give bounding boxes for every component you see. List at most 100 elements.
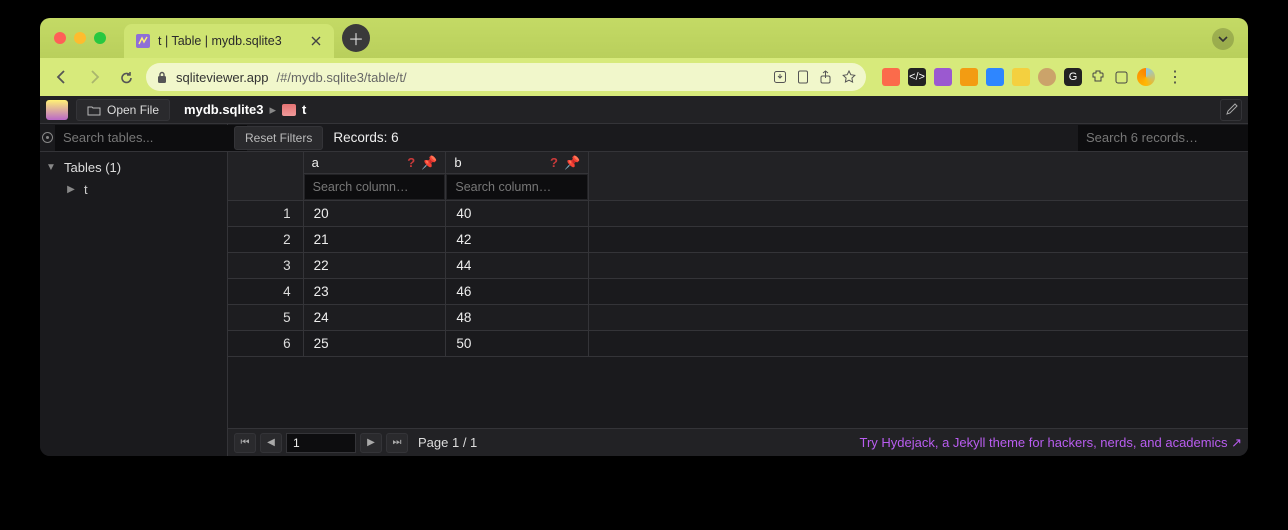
row-number-cell: 2 (228, 227, 303, 253)
profile-avatar[interactable] (1137, 68, 1155, 86)
promo-link[interactable]: Try Hydejack, a Jekyll theme for hackers… (859, 435, 1242, 451)
share-icon[interactable] (819, 70, 832, 84)
new-tab-button[interactable]: ＋ (342, 24, 370, 52)
breadcrumb-table[interactable]: t (302, 102, 306, 117)
table-icon (282, 104, 296, 116)
column-name: b (454, 155, 461, 170)
sidebar-search-input[interactable] (55, 125, 247, 151)
last-page-button[interactable]: ⏭ (386, 433, 408, 453)
cell-b[interactable]: 40 (446, 201, 589, 227)
prev-page-button[interactable]: ◀ (260, 433, 282, 453)
extension-icon[interactable]: G (1064, 68, 1082, 86)
cell-a[interactable]: 22 (303, 253, 446, 279)
browser-tab-active[interactable]: t | Table | mydb.sqlite3 (124, 24, 334, 58)
row-number-cell: 3 (228, 253, 303, 279)
table-tree-item[interactable]: ▶ t (44, 178, 223, 200)
breadcrumb: mydb.sqlite3 ▸ t (184, 102, 306, 118)
extension-icon[interactable] (934, 68, 952, 86)
cell-b[interactable]: 44 (446, 253, 589, 279)
tables-header[interactable]: ▼ Tables (1) (44, 156, 223, 178)
sidebar: ▼ Tables (1) ▶ t (40, 124, 228, 456)
table-row[interactable]: 52448 (228, 305, 1248, 331)
main-panel: Reset Filters Records: 6 (228, 124, 1248, 456)
tab-title: t | Table | mydb.sqlite3 (158, 34, 282, 48)
extension-icon[interactable] (1038, 68, 1056, 86)
table-row[interactable]: 32244 (228, 253, 1248, 279)
cell-a[interactable]: 25 (303, 331, 446, 357)
reading-list-icon[interactable] (1114, 70, 1129, 85)
extension-icon[interactable]: </> (908, 68, 926, 86)
row-number-cell: 6 (228, 331, 303, 357)
chevron-down-icon: ▼ (44, 162, 58, 173)
table-row[interactable]: 62550 (228, 331, 1248, 357)
browser-window: t | Table | mydb.sqlite3 ＋ sqliteviewer.… (40, 18, 1248, 456)
cell-a[interactable]: 20 (303, 201, 446, 227)
cell-b[interactable]: 46 (446, 279, 589, 305)
breadcrumb-separator-icon: ▸ (270, 102, 277, 118)
app-topbar: Open File mydb.sqlite3 ▸ t (40, 96, 1248, 124)
row-number-header (228, 152, 303, 201)
column-header-rest (589, 152, 1248, 201)
first-page-button[interactable]: ⏮ (234, 433, 256, 453)
bookmark-icon[interactable] (842, 70, 856, 84)
type-unknown-icon[interactable]: ? (407, 155, 415, 171)
folder-icon (87, 104, 101, 116)
column-header-b[interactable]: b ? 📌 (446, 152, 589, 201)
records-count-label: Records: 6 (333, 130, 398, 145)
back-button[interactable] (50, 65, 74, 89)
reset-filters-button[interactable]: Reset Filters (234, 126, 323, 150)
column-search-input[interactable] (447, 175, 587, 199)
browser-menu-icon[interactable]: ⋮ (1163, 67, 1187, 87)
extensions-row: </> G ⋮ (882, 67, 1187, 87)
tables-tree: ▼ Tables (1) ▶ t (40, 152, 227, 204)
cell-a[interactable]: 23 (303, 279, 446, 305)
pin-icon[interactable]: 📌 (564, 155, 580, 171)
open-file-button[interactable]: Open File (76, 99, 170, 121)
tables-header-label: Tables (1) (64, 160, 121, 175)
page-number-input[interactable] (286, 433, 356, 453)
cell-a[interactable]: 24 (303, 305, 446, 331)
cell-rest (589, 331, 1248, 357)
cell-b[interactable]: 50 (446, 331, 589, 357)
table-row[interactable]: 12040 (228, 201, 1248, 227)
column-search-input[interactable] (305, 175, 445, 199)
fullscreen-window-button[interactable] (94, 32, 106, 44)
table-row[interactable]: 42346 (228, 279, 1248, 305)
tab-strip: t | Table | mydb.sqlite3 ＋ (40, 18, 1248, 58)
close-tab-button[interactable] (308, 33, 324, 49)
extension-icon[interactable] (960, 68, 978, 86)
reload-button[interactable] (114, 65, 138, 89)
extensions-menu-icon[interactable] (1090, 69, 1106, 85)
type-unknown-icon[interactable]: ? (550, 155, 558, 171)
cell-a[interactable]: 21 (303, 227, 446, 253)
minimize-window-button[interactable] (74, 32, 86, 44)
pin-icon[interactable]: 📌 (421, 155, 437, 171)
data-grid[interactable]: a ? 📌 (228, 152, 1248, 428)
url-host: sqliteviewer.app (176, 70, 269, 85)
reader-icon[interactable] (797, 70, 809, 84)
address-bar[interactable]: sqliteviewer.app /#/mydb.sqlite3/table/t/ (146, 63, 866, 91)
window-controls (54, 32, 106, 44)
table-row[interactable]: 22142 (228, 227, 1248, 253)
breadcrumb-db[interactable]: mydb.sqlite3 (184, 102, 263, 117)
install-app-icon[interactable] (773, 70, 787, 84)
sidebar-settings-icon[interactable] (40, 130, 55, 145)
records-search-input[interactable] (1078, 125, 1248, 151)
row-number-cell: 4 (228, 279, 303, 305)
omnibox-actions (773, 70, 856, 84)
extension-icon[interactable] (1012, 68, 1030, 86)
next-page-button[interactable]: ▶ (360, 433, 382, 453)
edit-button[interactable] (1220, 99, 1242, 121)
cell-b[interactable]: 42 (446, 227, 589, 253)
url-path: /#/mydb.sqlite3/table/t/ (277, 70, 407, 85)
cell-b[interactable]: 48 (446, 305, 589, 331)
extension-icon[interactable] (882, 68, 900, 86)
close-window-button[interactable] (54, 32, 66, 44)
app-logo-icon (46, 100, 68, 120)
forward-button[interactable] (82, 65, 106, 89)
cell-rest (589, 227, 1248, 253)
tabs-overflow-button[interactable] (1212, 28, 1234, 50)
column-name: a (312, 155, 319, 170)
column-header-a[interactable]: a ? 📌 (303, 152, 446, 201)
extension-icon[interactable] (986, 68, 1004, 86)
